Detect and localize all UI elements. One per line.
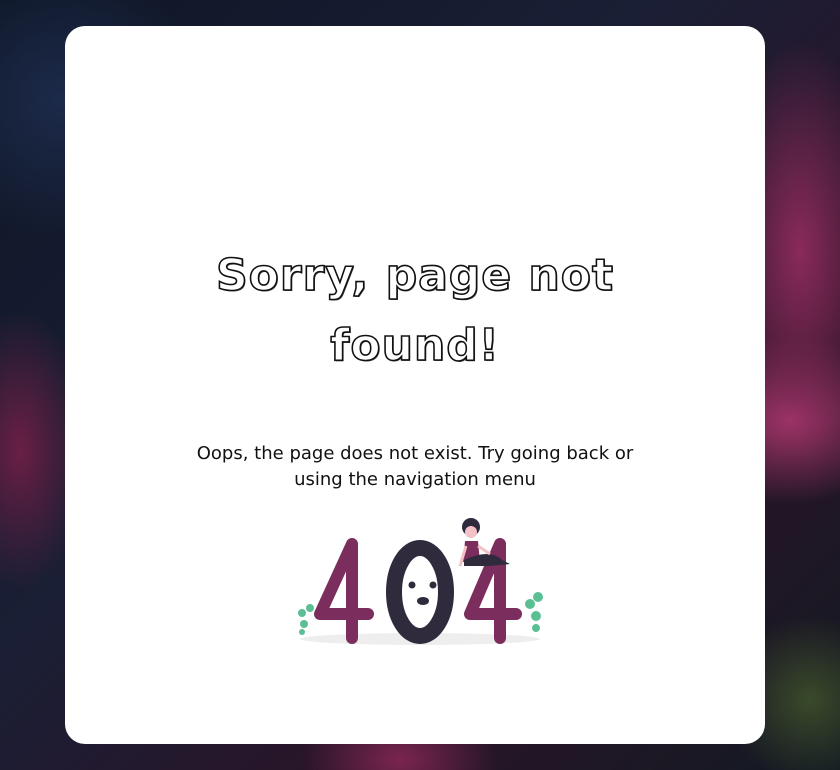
digit-four-left — [314, 538, 374, 644]
page-title: Sorry, page not found! — [215, 250, 615, 373]
leaf-icon-right — [525, 592, 543, 632]
error-card: Sorry, page not found! Oops, the page do… — [65, 26, 765, 744]
digit-zero-face — [386, 540, 454, 644]
illustration-label: 404 — [290, 486, 292, 487]
404-illustration: 404 — [290, 486, 543, 645]
leaf-icon-left — [298, 604, 314, 635]
